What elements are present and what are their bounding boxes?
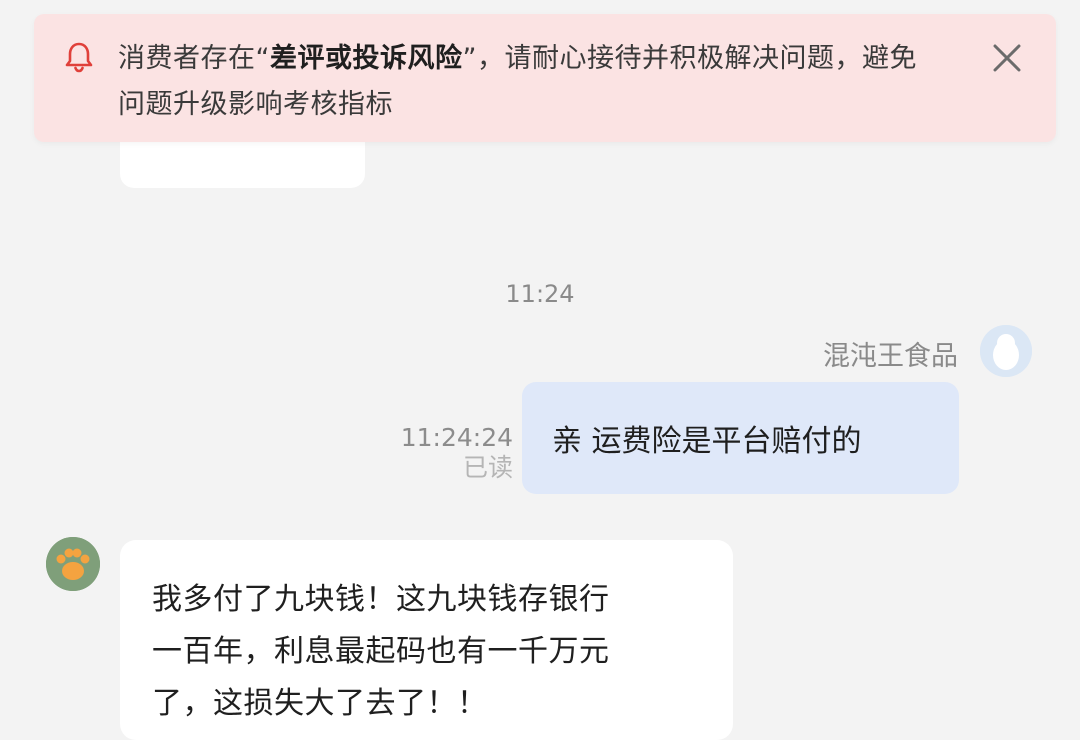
incoming-message-bubble[interactable]: 我多付了九块钱！这九块钱存银行 一百年，利息最起码也有一千万元 了，这损失大了去… xyxy=(120,540,733,740)
outgoing-message-text: 亲 运费险是平台赔付的 xyxy=(552,424,862,459)
message-meta: 11:24:24 已读 xyxy=(395,423,513,483)
time-divider: 11:24 xyxy=(505,280,575,308)
outgoing-message-bubble[interactable]: 亲 运费险是平台赔付的 xyxy=(522,382,959,494)
avatar[interactable] xyxy=(980,325,1032,377)
chat-window: 消费者存在“差评或投诉风险”，请耐心接待并积极解决问题，避免问题升级影响考核指标… xyxy=(0,0,1080,740)
complaint-risk-banner: 消费者存在“差评或投诉风险”，请耐心接待并积极解决问题，避免问题升级影响考核指标 xyxy=(34,14,1056,142)
banner-text-emphasis: 差评或投诉风险 xyxy=(270,43,463,74)
banner-text: 消费者存在“差评或投诉风险”，请耐心接待并积极解决问题，避免问题升级影响考核指标 xyxy=(118,43,917,120)
sender-name: 混沌王食品 xyxy=(823,341,958,372)
read-status: 已读 xyxy=(462,453,513,482)
incoming-message-line: 我多付了九块钱！这九块钱存银行 xyxy=(152,582,610,617)
customer-avatar[interactable] xyxy=(46,537,100,591)
close-icon[interactable] xyxy=(989,40,1025,76)
incoming-message-line: 一百年，利息最起码也有一千万元 xyxy=(152,634,610,669)
bell-icon xyxy=(62,40,96,74)
message-time: 11:24:24 xyxy=(400,423,513,452)
incoming-message-line: 了，这损失大了去了！！ xyxy=(152,686,488,721)
